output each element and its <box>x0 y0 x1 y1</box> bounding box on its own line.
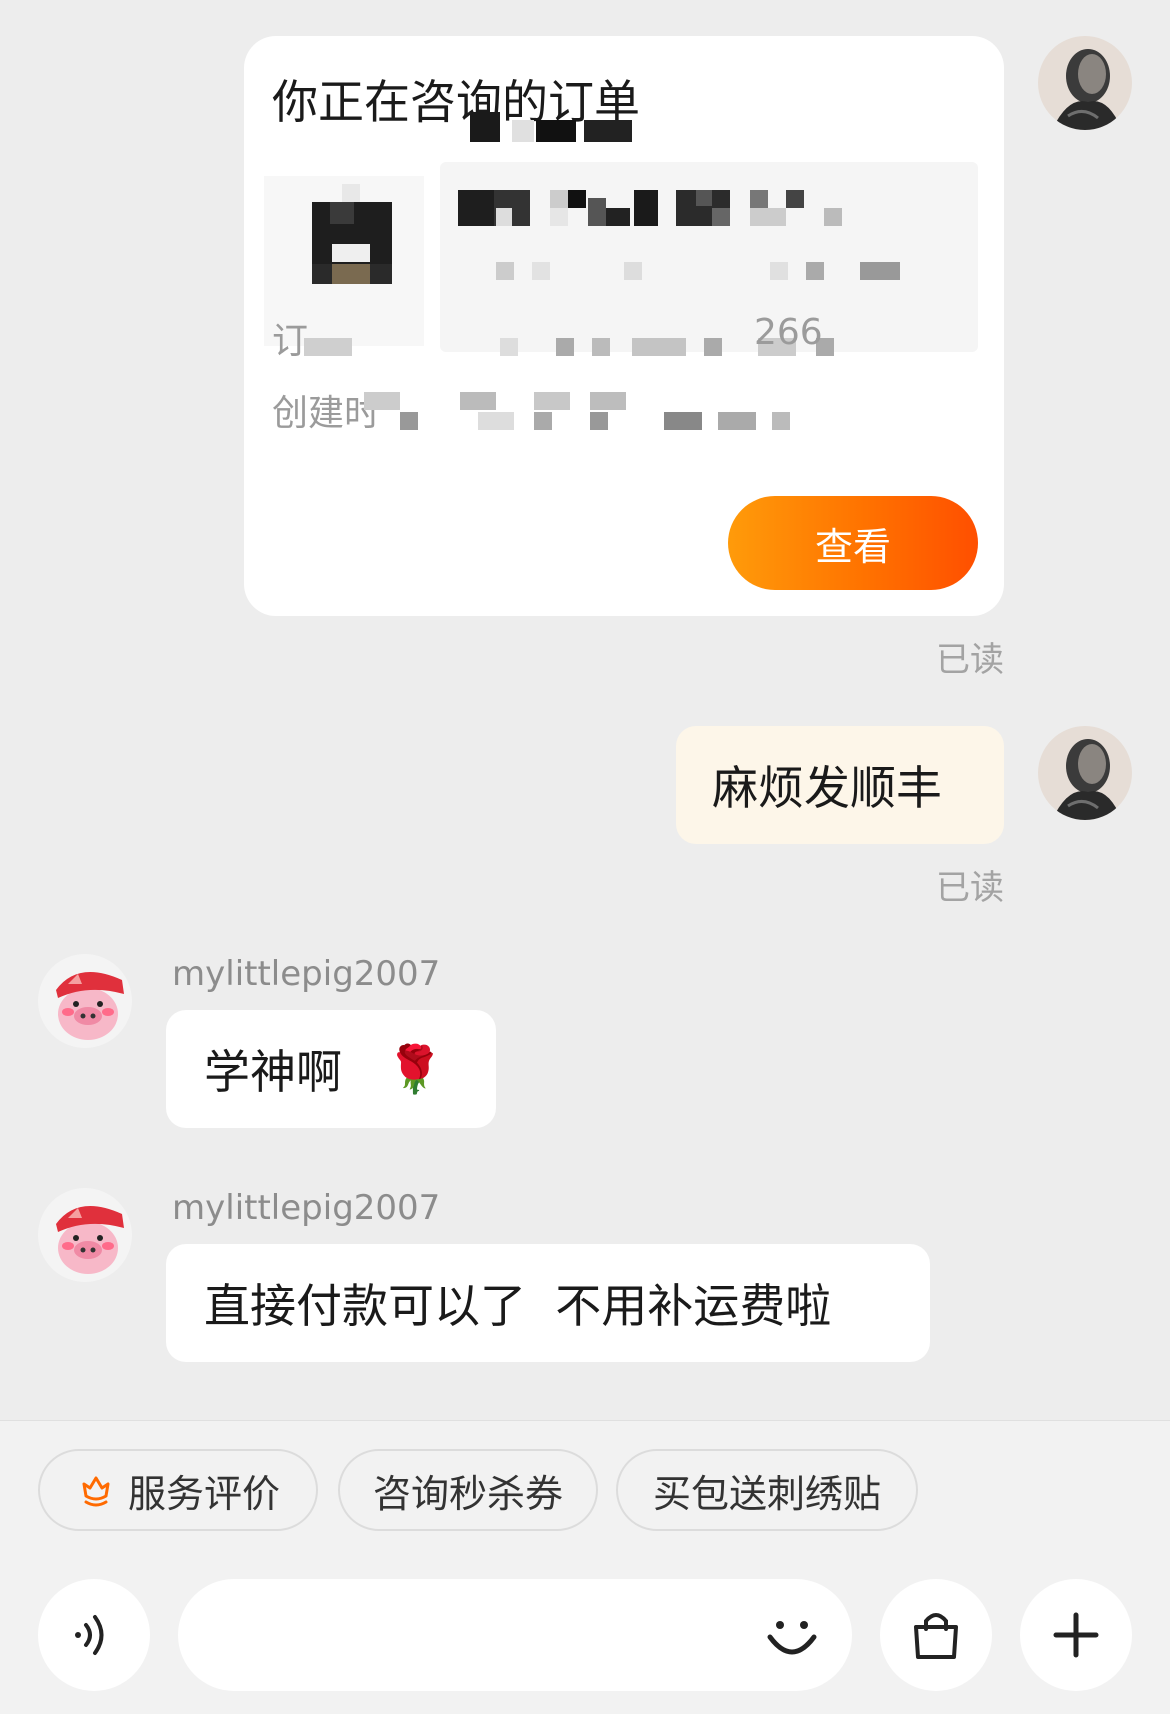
sender-name: mylittlepig2007 <box>172 1188 441 1228</box>
message-bubble-mine[interactable]: 麻烦发顺丰 <box>676 726 1004 844</box>
message-text: 学神啊 <box>204 1045 342 1099</box>
sender-avatar[interactable] <box>38 954 132 1048</box>
plus-icon <box>1053 1612 1099 1658</box>
rose-emoji: 🌹 <box>386 1041 444 1096</box>
voice-icon <box>75 1615 104 1655</box>
product-info-redacted[interactable] <box>440 162 978 352</box>
voice-button[interactable] <box>38 1579 150 1691</box>
read-status-1: 已读 <box>936 640 1004 680</box>
sender-name: mylittlepig2007 <box>172 954 441 994</box>
quick-reply-seckill-coupon[interactable]: 咨询秒杀券 <box>338 1449 598 1531</box>
quick-reply-label: 服务评价 <box>127 1471 280 1516</box>
order-number-tail: 266 <box>754 312 823 353</box>
my-avatar[interactable] <box>1038 36 1132 130</box>
message-bubble-other[interactable]: 学神啊 🌹 <box>166 1010 496 1128</box>
shop-button[interactable] <box>880 1579 992 1691</box>
shopping-bag-icon <box>914 1613 958 1659</box>
view-order-button[interactable]: 查看 <box>728 496 978 590</box>
message-text: 麻烦发顺丰 <box>712 761 942 815</box>
chat-screen: 你正在咨询的订单 订 266 创建时 查看 已读 麻烦发顺丰 已读 mylitt… <box>0 0 1170 1714</box>
smiley-icon[interactable] <box>760 1603 824 1667</box>
order-number-row: 订 <box>272 312 308 364</box>
my-avatar[interactable] <box>1038 726 1132 820</box>
order-number-label: 订 <box>272 321 309 362</box>
message-text: 直接付款可以了 不用补运费啦 <box>204 1279 832 1333</box>
order-card[interactable]: 你正在咨询的订单 订 266 创建时 查看 <box>244 36 1004 616</box>
message-bubble-other[interactable]: 直接付款可以了 不用补运费啦 <box>166 1244 930 1362</box>
flower-rating-icon <box>82 1476 110 1507</box>
quick-reply-embroidery-gift[interactable]: 买包送刺绣贴 <box>616 1449 918 1531</box>
quick-reply-label: 买包送刺绣贴 <box>652 1471 881 1516</box>
sender-avatar[interactable] <box>38 1188 132 1282</box>
message-input[interactable] <box>178 1579 852 1691</box>
read-status-2: 已读 <box>936 868 1004 908</box>
bottom-panel: 服务评价 咨询秒杀券 买包送刺绣贴 <box>0 1420 1170 1714</box>
more-button[interactable] <box>1020 1579 1132 1691</box>
quick-reply-label: 咨询秒杀券 <box>372 1471 563 1516</box>
quick-reply-service-rating[interactable]: 服务评价 <box>38 1449 318 1531</box>
